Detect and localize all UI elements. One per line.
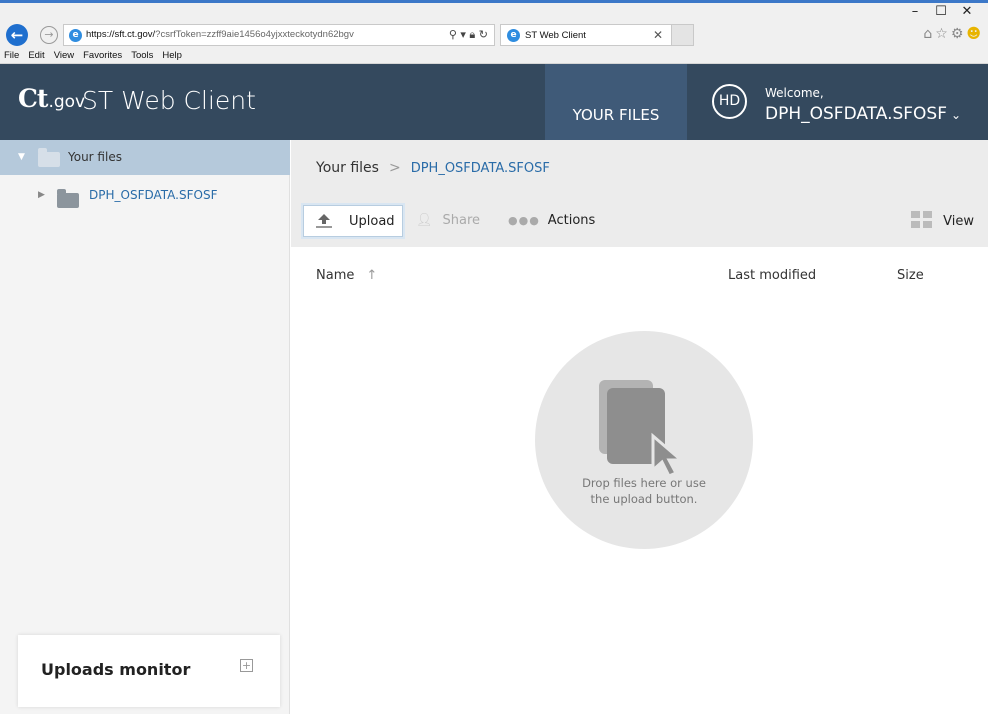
breadcrumb: Your files > DPH_OSFDATA.SFOSF xyxy=(316,160,550,176)
sidebar-item-your-files[interactable]: ▼ Your files xyxy=(0,140,290,175)
breadcrumb-current[interactable]: DPH_OSFDATA.SFOSF xyxy=(411,161,550,176)
breadcrumb-root[interactable]: Your files xyxy=(316,160,379,176)
sidebar: ▼ Your files ▶ DPH_OSFDATA.SFOSF Uploads… xyxy=(0,140,290,714)
grid-view-icon xyxy=(911,211,933,228)
lock-icon: 🔒︎ xyxy=(469,28,476,41)
ie-icon: e xyxy=(69,29,82,42)
uploads-monitor-panel[interactable]: Uploads monitor + xyxy=(18,635,280,707)
expand-plus-icon[interactable]: + xyxy=(240,659,253,672)
browser-top-strip xyxy=(0,0,988,3)
drop-files-icon xyxy=(599,380,686,476)
chevron-right-icon: > xyxy=(388,160,401,176)
back-arrow-icon[interactable]: ← xyxy=(6,24,28,46)
menu-favorites[interactable]: Favorites xyxy=(83,50,122,61)
uploads-monitor-title: Uploads monitor xyxy=(41,660,191,679)
address-url[interactable]: https://sft.ct.gov/?csrfToken=zzff9aie14… xyxy=(86,29,426,40)
browser-chrome: ← → e https://sft.ct.gov/?csrfToken=zzff… xyxy=(0,0,988,64)
expand-right-icon[interactable]: ▶ xyxy=(38,190,45,200)
drop-zone[interactable]: Drop files here or use the upload button. xyxy=(535,331,753,549)
column-name-header[interactable]: Name ↑ xyxy=(316,268,377,283)
column-size-header[interactable]: Size xyxy=(897,268,924,283)
sort-up-arrow-icon: ↑ xyxy=(366,268,378,283)
ct-gov-logo[interactable]: Ct.gov xyxy=(18,84,85,113)
browser-tab[interactable]: e ST Web Client ✕ xyxy=(500,24,672,46)
chevron-down-icon: ⌄ xyxy=(951,108,962,122)
tab-ie-icon: e xyxy=(507,29,520,42)
main-content: Your files > DPH_OSFDATA.SFOSF Upload 👤︎ Sh… xyxy=(291,140,988,714)
share-user-icon: 👤︎ xyxy=(416,213,433,228)
address-bar[interactable]: e https://sft.ct.gov/?csrfToken=zzff9aie… xyxy=(63,24,495,46)
new-tab-button[interactable] xyxy=(672,24,694,46)
view-button[interactable]: View xyxy=(911,211,974,230)
user-menu[interactable]: DPH_OSFDATA.SFOSF ⌄ xyxy=(765,104,961,124)
address-tools[interactable]: ⚲ ▾ 🔒︎ ↻ xyxy=(449,28,488,42)
sidebar-item-dph-folder[interactable]: ▶ DPH_OSFDATA.SFOSF xyxy=(0,185,290,209)
upload-label: Upload xyxy=(349,214,395,229)
tab-title: ST Web Client xyxy=(525,30,586,41)
search-icon: ⚲ xyxy=(448,28,457,41)
minimize-icon[interactable]: – xyxy=(902,4,928,19)
menu-bar: File Edit View Favorites Tools Help xyxy=(4,50,191,61)
refresh-icon: ↻ xyxy=(478,28,488,41)
upload-button[interactable]: Upload xyxy=(303,205,403,237)
settings-gear-icon: ⚙ xyxy=(950,26,967,42)
column-last-modified-header[interactable]: Last modified xyxy=(728,268,816,283)
feedback-smiley-icon: ☻ xyxy=(966,26,984,42)
actions-button[interactable]: ●●● Actions xyxy=(508,213,595,228)
close-window-icon[interactable]: ✕ xyxy=(954,4,980,19)
drop-zone-text: Drop files here or use the upload button. xyxy=(582,476,706,506)
share-button[interactable]: 👤︎ Share xyxy=(416,213,480,228)
more-dots-icon: ●●● xyxy=(508,214,540,227)
expand-down-icon[interactable]: ▼ xyxy=(18,152,25,162)
home-icon: ⌂ xyxy=(923,26,936,42)
forward-arrow-icon[interactable]: → xyxy=(40,26,58,44)
menu-view[interactable]: View xyxy=(54,50,74,61)
tab-your-files[interactable]: YOUR FILES xyxy=(545,64,687,140)
welcome-label: Welcome, xyxy=(765,86,824,100)
menu-edit[interactable]: Edit xyxy=(28,50,44,61)
toolbar-band: Your files > DPH_OSFDATA.SFOSF Upload 👤︎ Sh… xyxy=(291,140,988,247)
app-header: Ct.gov ST Web Client YOUR FILES HD Welco… xyxy=(0,64,988,140)
window-controls[interactable]: – ☐ ✕ xyxy=(902,4,980,19)
menu-file[interactable]: File xyxy=(4,50,19,61)
upload-icon xyxy=(316,214,332,228)
tab-close-icon[interactable]: ✕ xyxy=(653,28,663,42)
menu-help[interactable]: Help xyxy=(162,50,182,61)
browser-toolbar-icons[interactable]: ⌂☆⚙☻ xyxy=(923,26,984,42)
favorites-star-icon: ☆ xyxy=(935,26,951,42)
folder-icon xyxy=(38,148,60,167)
username-label: DPH_OSFDATA.SFOSF xyxy=(765,104,947,124)
app-title: ST Web Client xyxy=(82,86,256,115)
avatar[interactable]: HD xyxy=(712,84,747,119)
sidebar-item-label: DPH_OSFDATA.SFOSF xyxy=(89,188,218,202)
maximize-icon[interactable]: ☐ xyxy=(928,4,954,19)
sidebar-item-label: Your files xyxy=(68,150,122,164)
menu-tools[interactable]: Tools xyxy=(131,50,153,61)
folder-icon xyxy=(57,189,79,208)
